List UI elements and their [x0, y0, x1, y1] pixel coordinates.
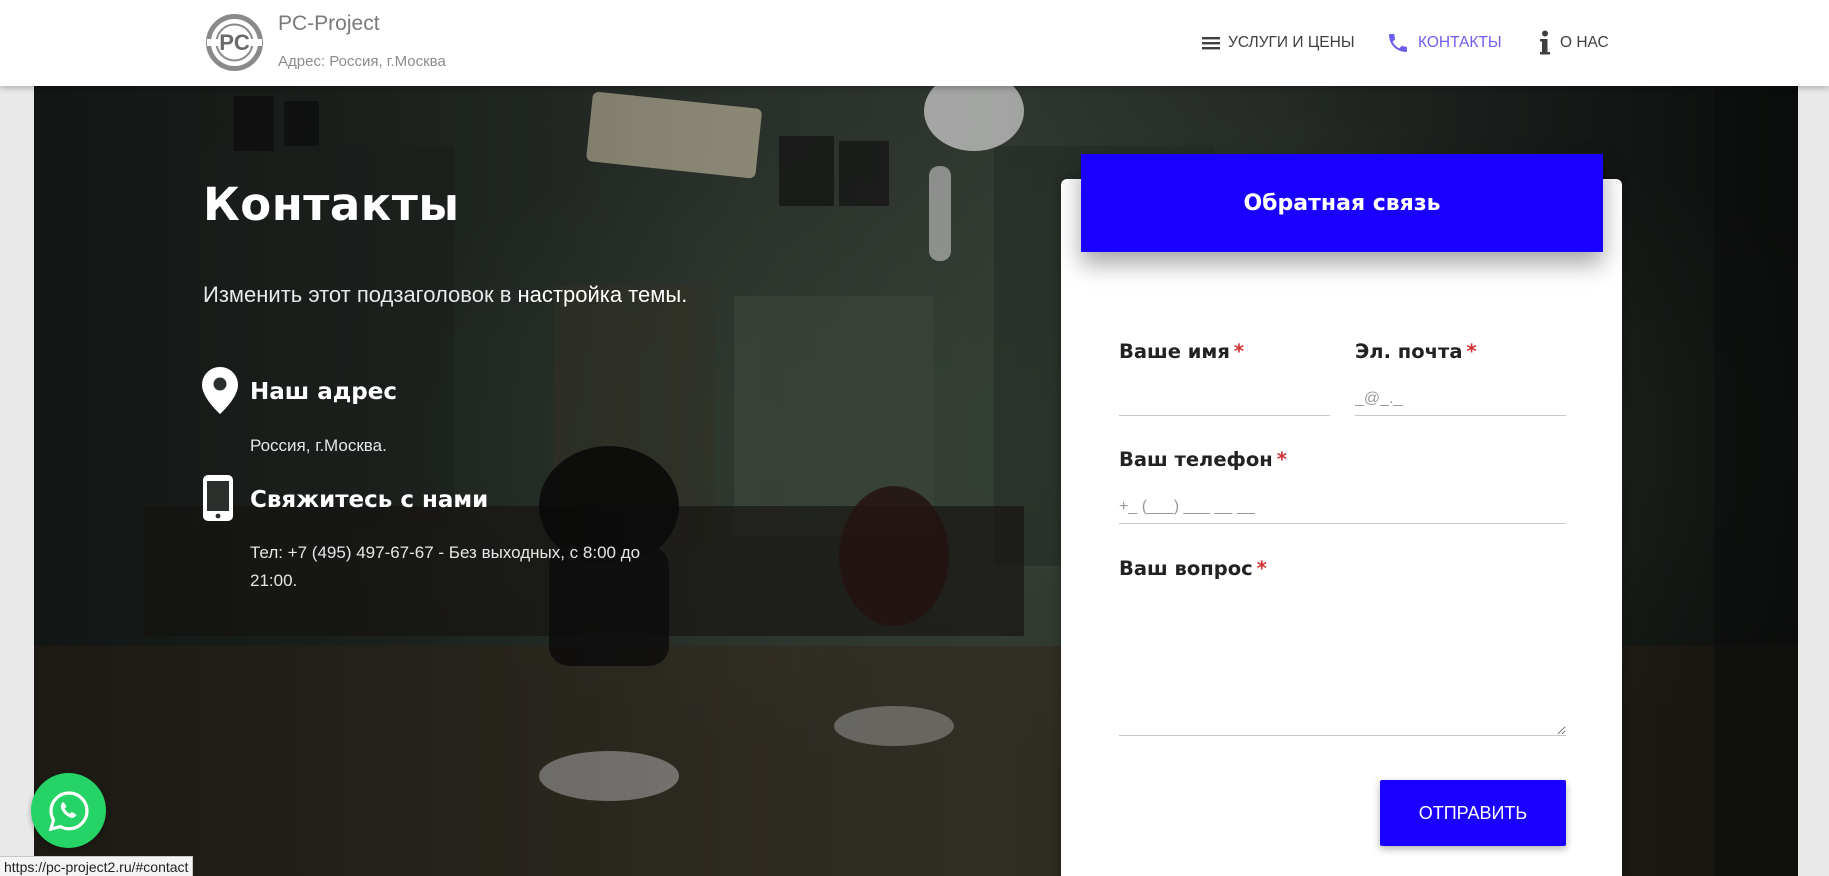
- theme-settings-link[interactable]: настройка темы.: [518, 282, 688, 307]
- phone-label-text: Ваш телефон: [1119, 448, 1273, 471]
- question-textarea[interactable]: [1119, 600, 1566, 736]
- address-text: Россия, г.Москва.: [250, 436, 387, 455]
- feedback-title: Обратная связь: [1081, 154, 1603, 252]
- contact-heading: Свяжитесь с нами: [250, 487, 489, 513]
- submit-button[interactable]: Отправить: [1380, 780, 1566, 846]
- site-header: PC PC-Project Адрес: Россия, г.Москва Ус…: [0, 0, 1829, 86]
- contact-text-line1: Тел: +7 (495) 497-67-67 - Без выходных, …: [250, 543, 641, 562]
- brand-address: Адрес: Россия, г.Москва: [278, 53, 446, 70]
- required-mark: *: [1466, 340, 1477, 363]
- question-label-text: Ваш вопрос: [1119, 557, 1253, 580]
- feedback-card: [1061, 179, 1622, 876]
- nav-label: Контакты: [1418, 34, 1502, 51]
- subtitle-text: Изменить этот подзаголовок в: [203, 282, 518, 307]
- nav-item-about[interactable]: О нас: [1538, 28, 1609, 58]
- address-heading: Наш адрес: [250, 379, 397, 405]
- contact-text-line2: 21:00.: [250, 571, 298, 590]
- required-mark: *: [1276, 448, 1287, 471]
- page-subtitle: Изменить этот подзаголовок в настройка т…: [203, 282, 687, 308]
- name-label: Ваше имя *: [1119, 340, 1244, 363]
- page-title: Контакты: [203, 178, 460, 231]
- menu-icon: [1202, 35, 1220, 51]
- phone-icon: [1386, 31, 1410, 55]
- nav-item-services[interactable]: Услуги и цены: [1202, 28, 1355, 58]
- info-icon: [1538, 30, 1552, 56]
- mobile-phone-icon: [201, 474, 235, 526]
- phone-label: Ваш телефон *: [1119, 448, 1287, 471]
- site-logo[interactable]: PC: [205, 13, 264, 72]
- nav-label: О нас: [1560, 34, 1609, 51]
- email-input[interactable]: [1355, 382, 1566, 416]
- whatsapp-button[interactable]: [31, 773, 106, 848]
- nav-label: Услуги и цены: [1228, 34, 1355, 51]
- email-label-text: Эл. почта: [1355, 340, 1463, 363]
- name-input[interactable]: [1119, 382, 1330, 416]
- required-mark: *: [1256, 557, 1267, 580]
- map-pin-icon: [201, 367, 239, 418]
- phone-input[interactable]: [1119, 490, 1566, 524]
- required-mark: *: [1233, 340, 1245, 363]
- brand-name[interactable]: PC-Project: [278, 12, 380, 36]
- nav-item-contacts[interactable]: Контакты: [1386, 28, 1502, 58]
- name-label-text: Ваше имя: [1119, 340, 1230, 363]
- whatsapp-icon: [48, 790, 89, 831]
- email-label: Эл. почта *: [1355, 340, 1477, 363]
- question-label: Ваш вопрос *: [1119, 557, 1267, 580]
- svg-text:PC: PC: [219, 30, 250, 55]
- status-bar-url: https://pc-project2.ru/#contact: [0, 856, 194, 876]
